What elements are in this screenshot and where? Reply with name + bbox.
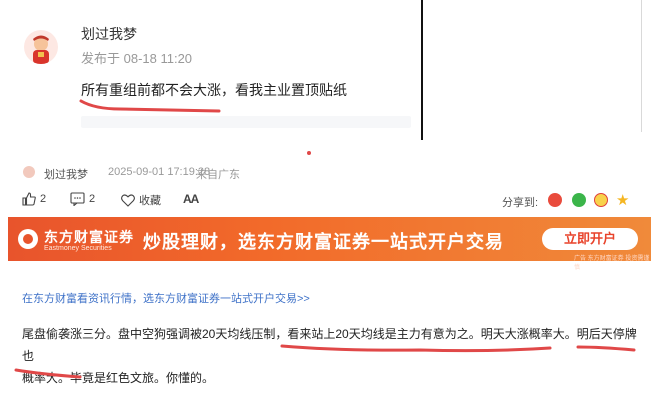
- comment-button[interactable]: 2: [70, 192, 95, 206]
- favorite-label: 收藏: [139, 195, 161, 207]
- like-button[interactable]: 2: [22, 192, 46, 206]
- comment-username[interactable]: 划过我梦: [81, 24, 137, 44]
- comment-icon: [70, 192, 85, 206]
- body-line: 概率大。毕竟是红色文旅。你懂的。: [22, 371, 215, 385]
- body-line: 尾盘偷袭涨三分。盘中空狗强调被20天均线压制，看来站上20天均线是主力有意为之。…: [22, 327, 637, 363]
- user-avatar[interactable]: [24, 30, 58, 64]
- share-app-icon[interactable]: [548, 193, 562, 207]
- banner-ad-tag: 广告 东方财富证券 投资需谨慎: [574, 256, 650, 271]
- banner-brand-en: Eastmoney Securities: [44, 245, 112, 252]
- like-count: 2: [40, 193, 47, 205]
- post-username[interactable]: 划过我梦: [44, 166, 88, 182]
- comment-content: 所有重组前都不会大涨，看我主业置顶贴纸: [81, 82, 347, 98]
- promo-link[interactable]: 在东方财富看资讯行情，选东方财富证券一站式开户交易>>: [22, 290, 310, 306]
- open-account-button[interactable]: 立即开户: [542, 228, 638, 250]
- font-size-button[interactable]: AA: [183, 192, 199, 206]
- scroll-divider: [641, 0, 642, 132]
- comment-count: 2: [89, 193, 96, 205]
- share-label: 分享到:: [502, 197, 539, 209]
- wechat-icon[interactable]: [572, 193, 586, 207]
- heart-icon: [121, 193, 135, 207]
- thumbs-up-icon: [22, 192, 36, 206]
- comment-time: 发布于 08-18 11:20: [81, 51, 193, 66]
- star-icon[interactable]: ★: [616, 191, 629, 209]
- brand-logo-icon: [18, 229, 38, 249]
- banner-brand: 东方财富证券: [44, 229, 134, 245]
- post-datetime: 2025-09-01 17:19:28: [108, 166, 211, 178]
- post-body: 尾盘偷袭涨三分。盘中空狗强调被20天均线压制，看来站上20天均线是主力有意为之。…: [22, 323, 642, 389]
- reply-bar[interactable]: [81, 116, 411, 128]
- post-location: 来自广东: [196, 169, 240, 181]
- font-size-label: AA: [183, 192, 199, 206]
- weibo-icon[interactable]: [594, 193, 608, 207]
- favorite-button[interactable]: 收藏: [121, 192, 161, 208]
- banner-slogan: 炒股理财，选东方财富证券一站式开户交易: [143, 232, 504, 252]
- top-comment-card: 划过我梦 发布于 08-18 11:20 所有重组前都不会大涨，看我主业置顶贴纸: [0, 0, 670, 148]
- post-header: 划过我梦 2025-09-01 17:19:28 来自广东: [0, 163, 670, 183]
- action-bar: 2 2 收藏 AA 分享到: ★: [0, 190, 670, 212]
- annotation-dot: [307, 151, 311, 155]
- ad-banner[interactable]: 东方财富证券 Eastmoney Securities 炒股理财，选东方财富证券…: [8, 217, 651, 271]
- post-avatar[interactable]: [23, 166, 35, 178]
- divider-line: [421, 0, 423, 140]
